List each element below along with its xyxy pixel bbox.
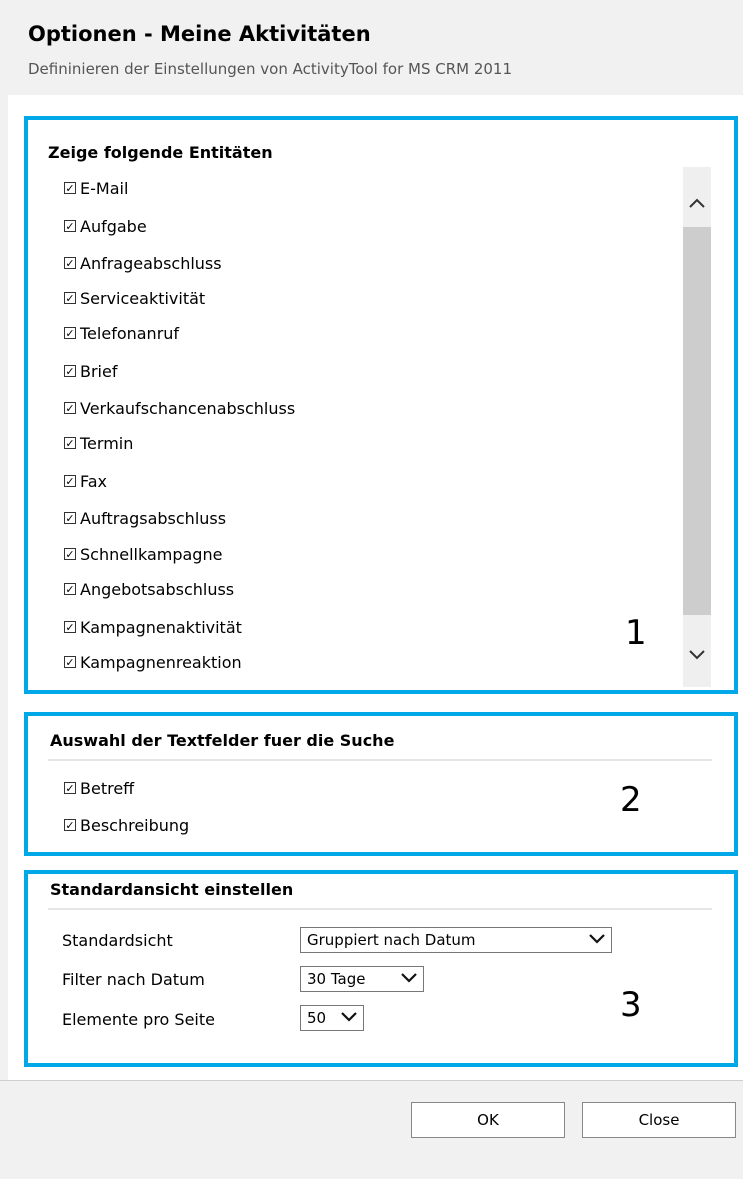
highlight-frame-2: [24, 712, 738, 856]
highlight-frame-3: [24, 870, 738, 1067]
ok-button[interactable]: OK: [411, 1102, 565, 1138]
dialog-header: Optionen - Meine Aktivitäten Defininiere…: [0, 0, 743, 95]
close-button[interactable]: Close: [582, 1102, 736, 1138]
dialog-title: Optionen - Meine Aktivitäten: [28, 22, 371, 46]
dialog-subtitle: Defininieren der Einstellungen von Activ…: [28, 60, 513, 78]
highlight-frame-1: [24, 116, 738, 694]
dialog-footer: OK Close: [0, 1080, 743, 1179]
